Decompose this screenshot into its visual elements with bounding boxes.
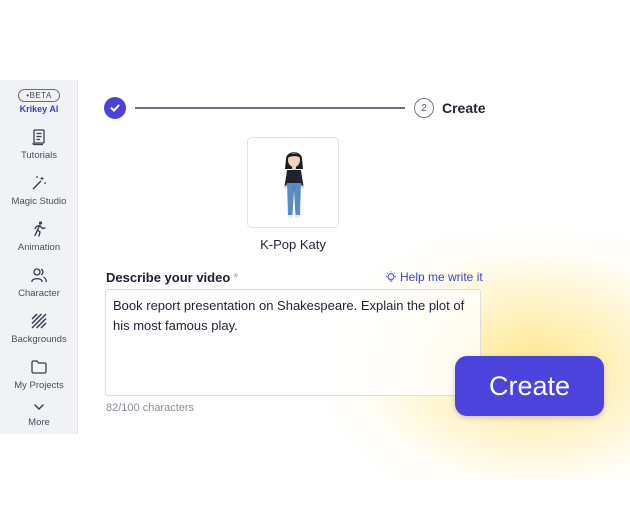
prompt-title: Describe your video * <box>106 270 238 285</box>
stepper-line <box>135 107 405 109</box>
sidebar-item-label: Animation <box>17 242 61 253</box>
folder-icon <box>30 358 48 376</box>
step-2-label: Create <box>442 100 486 116</box>
sidebar-item-my-projects[interactable]: My Projects <box>0 356 78 400</box>
sidebar-item-label: Character <box>18 288 60 299</box>
prompt-title-text: Describe your video <box>106 270 231 285</box>
sidebar-item-backgrounds[interactable]: Backgrounds <box>0 310 78 354</box>
stripes-icon <box>30 312 48 330</box>
sidebar-item-label: Backgrounds <box>11 334 67 345</box>
help-link-label: Help me write it <box>400 270 483 284</box>
character-avatar <box>284 152 304 218</box>
step-1-complete[interactable] <box>104 97 126 119</box>
tutorials-icon <box>30 128 48 146</box>
help-me-write-link[interactable]: Help me write it <box>385 270 483 284</box>
sidebar-item-animation[interactable]: Animation <box>0 218 78 262</box>
step-2-indicator: 2 <box>414 98 434 118</box>
prompt-text: Book report presentation on Shakespeare.… <box>113 298 465 333</box>
sidebar: •BETA Krikey AI Tutorials Magic Studio A… <box>0 80 78 434</box>
sidebar-item-label: My Projects <box>14 380 64 391</box>
prompt-textarea[interactable]: Book report presentation on Shakespeare.… <box>105 289 481 396</box>
users-icon <box>30 266 48 284</box>
beta-badge: •BETA <box>18 89 60 102</box>
sidebar-item-character[interactable]: Character <box>0 264 78 308</box>
sidebar-item-label: Magic Studio <box>11 196 67 207</box>
checkmark-icon <box>110 104 120 112</box>
sidebar-item-label: More <box>28 417 50 428</box>
sidebar-item-tutorials[interactable]: Tutorials <box>0 126 78 170</box>
character-card[interactable] <box>247 137 339 228</box>
create-button[interactable]: Create <box>455 356 604 416</box>
sidebar-item-more[interactable]: More <box>0 400 78 444</box>
character-name: K-Pop Katy <box>260 237 326 252</box>
sidebar-item-magic-studio[interactable]: Magic Studio <box>0 172 78 216</box>
chevron-down-icon <box>30 402 48 414</box>
lightbulb-icon <box>386 271 396 282</box>
magic-wand-icon <box>30 174 48 192</box>
sidebar-item-label: Tutorials <box>20 150 58 161</box>
character-count: 82/100 characters <box>106 402 195 414</box>
brand-name[interactable]: Krikey AI <box>0 104 78 114</box>
required-mark: * <box>233 270 239 285</box>
running-figure-icon <box>30 220 48 238</box>
